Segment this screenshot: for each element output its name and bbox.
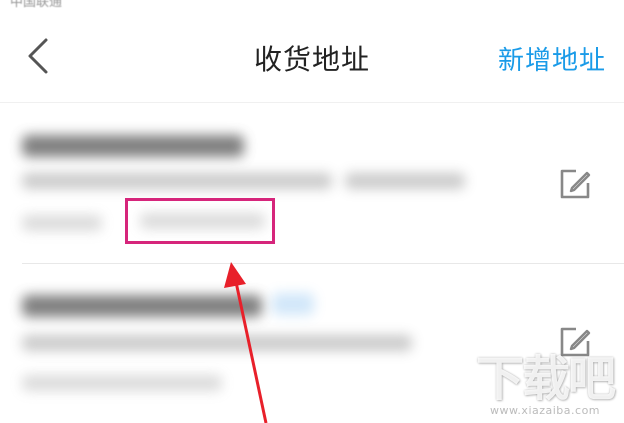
- add-address-button[interactable]: 新增地址: [498, 40, 606, 77]
- edit-icon: [560, 169, 591, 199]
- address-tag-blurred: [272, 293, 314, 315]
- address-name-blurred: [22, 295, 262, 317]
- address-name-blurred: [22, 135, 244, 157]
- carrier-text: 中国联通: [10, 0, 63, 8]
- address-detail-blurred: [22, 173, 332, 189]
- edit-address-button[interactable]: [556, 165, 594, 203]
- address-list: [0, 103, 624, 423]
- highlight-box: [125, 198, 275, 244]
- address-phone-blurred: [22, 215, 102, 231]
- edit-address-button[interactable]: [556, 323, 594, 361]
- status-bar: 中国联通: [0, 0, 624, 8]
- address-item[interactable]: [0, 263, 624, 423]
- address-detail-blurred: [345, 173, 465, 189]
- address-phone-blurred: [22, 375, 222, 391]
- address-detail-blurred: [22, 335, 412, 351]
- nav-bar: 收货地址 新增地址: [0, 8, 624, 103]
- address-item[interactable]: [0, 103, 624, 263]
- edit-icon: [560, 327, 591, 357]
